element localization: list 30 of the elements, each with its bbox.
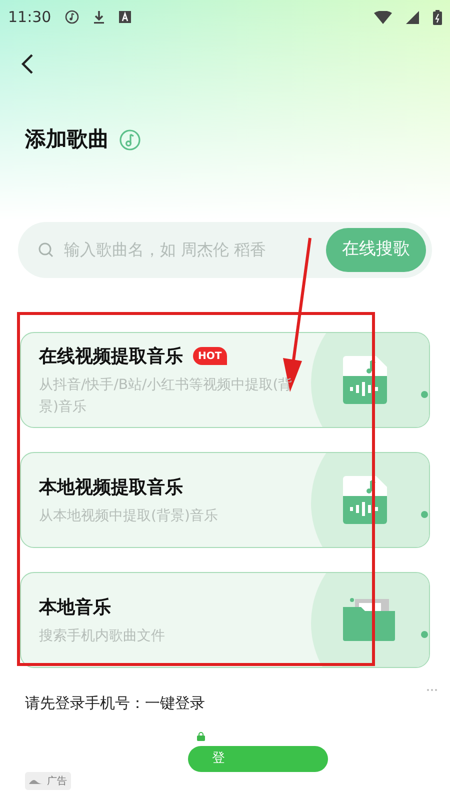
cloud-logo-icon (29, 778, 43, 784)
option-title: 本地视频提取音乐 (39, 476, 183, 500)
option-title: 本地音乐 (39, 596, 111, 620)
hot-badge: HOT (193, 347, 227, 365)
dot-icon (421, 391, 428, 398)
lock-icon (197, 732, 205, 741)
back-icon[interactable] (20, 53, 34, 75)
battery-icon (433, 10, 442, 24)
dot-icon (421, 511, 428, 518)
option-card[interactable]: 本地音乐 搜索手机内歌曲文件 (20, 572, 430, 668)
dot-icon (421, 631, 428, 638)
ad-label-text: 广告 (47, 774, 67, 788)
option-card[interactable]: 本地视频提取音乐 从本地视频中提取(背景)音乐 (20, 452, 430, 548)
signal-icon (406, 10, 419, 24)
ad-text: 请先登录手机号：一键登录 (25, 693, 205, 714)
music-note-icon (65, 10, 80, 24)
folder-icon (343, 599, 395, 641)
option-subtitle: 搜索手机内歌曲文件 (39, 626, 166, 646)
status-time: 11:30 (8, 6, 52, 28)
option-subtitle: 从本地视频中提取(背景)音乐 (39, 506, 219, 526)
option-title: 在线视频提取音乐 (39, 344, 183, 368)
audio-file-icon (343, 476, 387, 524)
dot-icon (350, 598, 354, 602)
page-title: 添加歌曲 (25, 126, 109, 154)
music-note-icon (119, 129, 141, 151)
keyboard-icon (119, 11, 132, 23)
download-icon (93, 10, 106, 24)
search-icon (38, 242, 54, 258)
wifi-icon (374, 10, 392, 24)
audio-file-icon (343, 356, 387, 404)
